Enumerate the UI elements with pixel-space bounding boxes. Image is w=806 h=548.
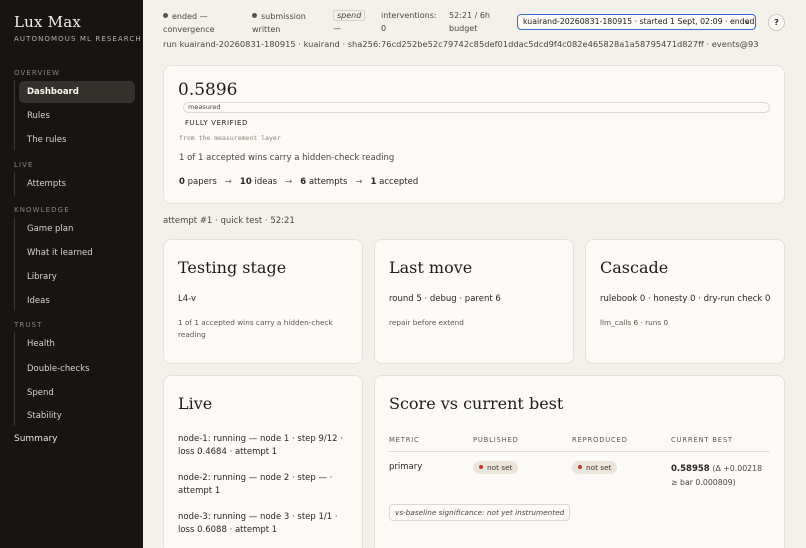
section-overview: OVERVIEW bbox=[14, 69, 61, 77]
current-best-value: 0.58958 (Δ +0.00218 ≥ bar 0.000809) bbox=[671, 464, 763, 487]
score-source: from the measurement layer bbox=[179, 134, 281, 142]
attempt-caption: attempt #1 · quick test · 52:21 bbox=[163, 216, 295, 226]
sidebar-item-what-it-learned[interactable]: What it learned bbox=[19, 242, 135, 264]
testing-stage-note: 1 of 1 accepted wins carry a hidden-chec… bbox=[178, 318, 333, 339]
cascade-value: rulebook 0 · honesty 0 · dry-run check 0 bbox=[600, 294, 771, 304]
nav-divider-line bbox=[14, 80, 15, 150]
card-title: Cascade bbox=[600, 258, 669, 277]
run-select[interactable]: kuairand-20260831-180915 · started 1 Sep… bbox=[517, 14, 756, 30]
live-node-3: node-3: running — node 3 · step 1/1 · los… bbox=[178, 512, 338, 535]
last-move-value: round 5 · debug · parent 6 bbox=[389, 294, 501, 304]
nav-divider-line bbox=[14, 217, 15, 311]
brand-title: Lux Max bbox=[14, 13, 82, 31]
help-button[interactable]: ? bbox=[768, 14, 785, 31]
status-dot-icon bbox=[578, 465, 582, 469]
published-badge: not set bbox=[473, 461, 519, 474]
column-header-reproduced: REPRODUCED bbox=[572, 436, 628, 444]
last-move-note: repair before extend bbox=[389, 318, 464, 327]
testing-stage-value: L4-v bbox=[178, 294, 197, 304]
nav-divider-line bbox=[14, 172, 15, 196]
status-ended: ended — convergence bbox=[163, 12, 215, 34]
column-header-metric: METRIC bbox=[389, 436, 420, 444]
score-summary-card: 0.5896 measured FULLY VERIFIED from the … bbox=[163, 65, 785, 204]
live-node-1: node-1: running — node 1 · step 9/12 · lo… bbox=[178, 434, 343, 457]
card-title: Testing stage bbox=[178, 258, 287, 277]
sidebar-item-double-checks[interactable]: Double-checks bbox=[19, 358, 135, 380]
sidebar-item-library[interactable]: Library bbox=[19, 266, 135, 288]
metric-name: primary bbox=[389, 462, 423, 472]
arrow-right-icon: → bbox=[224, 177, 232, 187]
live-card: Live node-1: running — node 1 · step 9/1… bbox=[163, 375, 363, 548]
status-dot-icon bbox=[479, 465, 483, 469]
budget-indicator: 52:21 / 6h budget bbox=[449, 11, 490, 33]
testing-stage-card: Testing stage L4-v 1 of 1 accepted wins … bbox=[163, 239, 363, 364]
sidebar-item-rules[interactable]: Rules bbox=[19, 105, 135, 127]
section-live: LIVE bbox=[14, 161, 34, 169]
nav-divider-line bbox=[14, 332, 15, 426]
chevron-down-icon: ⌄ bbox=[744, 17, 751, 26]
headline-score: 0.5896 bbox=[178, 80, 238, 100]
sidebar: Lux Max AUTONOMOUS ML RESEARCH OVERVIEW … bbox=[0, 0, 143, 548]
status-submission: submission written bbox=[252, 12, 306, 34]
card-title: Live bbox=[178, 394, 213, 413]
status-dot-icon bbox=[252, 13, 257, 18]
live-node-2: node-2: running — node 2 · step — · attem… bbox=[178, 473, 333, 496]
cascade-note: llm_calls 6 · runs 0 bbox=[600, 318, 669, 327]
sidebar-item-the-rules[interactable]: The rules bbox=[19, 129, 135, 151]
card-title: Score vs current best bbox=[389, 394, 564, 413]
status-dot-icon bbox=[163, 13, 168, 18]
sidebar-item-attempts[interactable]: Attempts bbox=[19, 173, 135, 195]
arrow-right-icon: → bbox=[285, 177, 293, 187]
sidebar-item-stability[interactable]: Stability bbox=[19, 405, 135, 427]
sidebar-item-spend[interactable]: Spend bbox=[19, 382, 135, 404]
card-title: Last move bbox=[389, 258, 473, 277]
spend-indicator: spend — bbox=[333, 9, 366, 35]
hidden-check-summary: 1 of 1 accepted wins carry a hidden-chec… bbox=[179, 153, 395, 163]
verification-status: FULLY VERIFIED bbox=[185, 119, 248, 127]
reproduced-badge: not set bbox=[572, 461, 618, 474]
sidebar-item-summary[interactable]: Summary bbox=[14, 434, 58, 444]
section-trust: TRUST bbox=[14, 321, 43, 329]
cascade-card: Cascade rulebook 0 · honesty 0 · dry-run… bbox=[585, 239, 785, 364]
column-header-published: PUBLISHED bbox=[473, 436, 519, 444]
last-move-card: Last move round 5 · debug · parent 6 rep… bbox=[374, 239, 574, 364]
section-knowledge: KNOWLEDGE bbox=[14, 206, 70, 214]
sidebar-item-dashboard[interactable]: Dashboard bbox=[19, 81, 135, 103]
sidebar-item-game-plan[interactable]: Game plan bbox=[19, 218, 135, 240]
arrow-right-icon: → bbox=[355, 177, 363, 187]
measured-bar: measured bbox=[183, 102, 770, 113]
research-pipeline: 0 papers → 10 ideas → 6 attempts → 1 accepted bbox=[179, 177, 419, 187]
sidebar-item-health[interactable]: Health bbox=[19, 333, 135, 355]
table-divider bbox=[389, 451, 770, 452]
sidebar-item-ideas[interactable]: Ideas bbox=[19, 290, 135, 312]
column-header-current-best: CURRENT BEST bbox=[671, 436, 733, 444]
run-identifier: run kuairand-20260831-180915 · kuairand … bbox=[163, 39, 759, 49]
significance-note: vs-baseline significance: not yet instru… bbox=[389, 504, 571, 521]
score-vs-best-card: Score vs current best METRIC PUBLISHED R… bbox=[374, 375, 785, 548]
interventions-indicator: interventions: 0 bbox=[381, 11, 437, 33]
brand-subtitle: AUTONOMOUS ML RESEARCH bbox=[14, 35, 142, 43]
